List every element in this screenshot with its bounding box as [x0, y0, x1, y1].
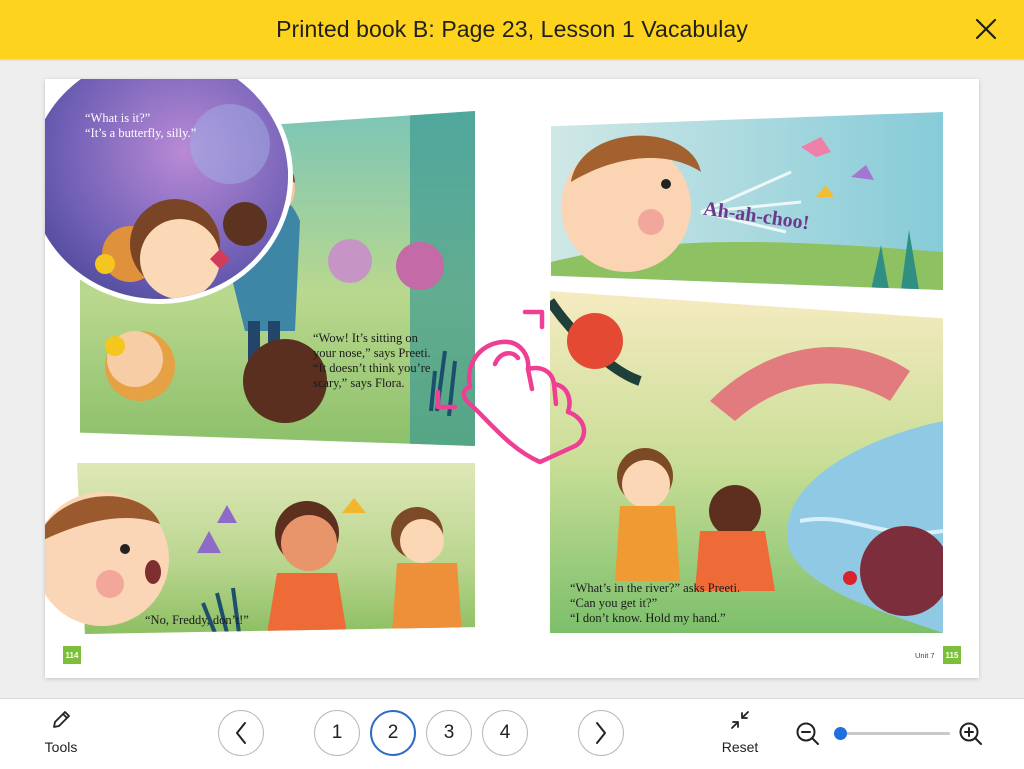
chevron-right-icon: [596, 722, 606, 744]
caption-freddy: “No, Freddy, don’t!”: [145, 613, 249, 627]
caption-nose: “Wow! It’s sitting on your nose,” says P…: [313, 331, 431, 390]
reset-label: Reset: [721, 739, 759, 755]
page-title: Printed book B: Page 23, Lesson 1 Vacabu…: [276, 16, 748, 42]
tools-button[interactable]: Tools: [36, 709, 86, 755]
collapse-arrows-icon: [731, 711, 749, 729]
zoom-slider[interactable]: [834, 727, 950, 740]
caption-butterfly: “What is it?” “It’s a butterfly, silly.”: [85, 111, 197, 140]
previous-page-button[interactable]: [218, 710, 264, 756]
tools-label: Tools: [44, 739, 78, 755]
page-button-1[interactable]: 1: [314, 710, 360, 756]
pencil-icon: [53, 711, 70, 728]
page-number-right: 115: [943, 646, 961, 664]
zoom-out-icon[interactable]: [795, 721, 821, 747]
close-icon[interactable]: [974, 17, 998, 41]
title-bar: Printed book B: Page 23, Lesson 1 Vacabu…: [0, 0, 1024, 59]
page-number-left: 114: [63, 646, 81, 664]
next-page-button[interactable]: [578, 710, 624, 756]
reset-button[interactable]: Reset: [716, 709, 764, 755]
illustration-river-panel: “What’s in the river?” asks Preeti. “Can…: [550, 291, 943, 633]
illustration-sneeze-panel: Ah-ah-choo!: [551, 112, 943, 290]
page-button-4[interactable]: 4: [482, 710, 528, 756]
page-button-3[interactable]: 3: [426, 710, 472, 756]
book-spread[interactable]: “What is it?” “It’s a butterfly, silly.”…: [45, 79, 979, 678]
caption-river: “What’s in the river?” asks Preeti. “Can…: [570, 581, 741, 625]
page-button-2[interactable]: 2: [370, 710, 416, 756]
unit-label: Unit 7: [915, 651, 935, 660]
zoom-in-icon[interactable]: [958, 721, 984, 747]
chevron-left-icon: [236, 722, 246, 744]
